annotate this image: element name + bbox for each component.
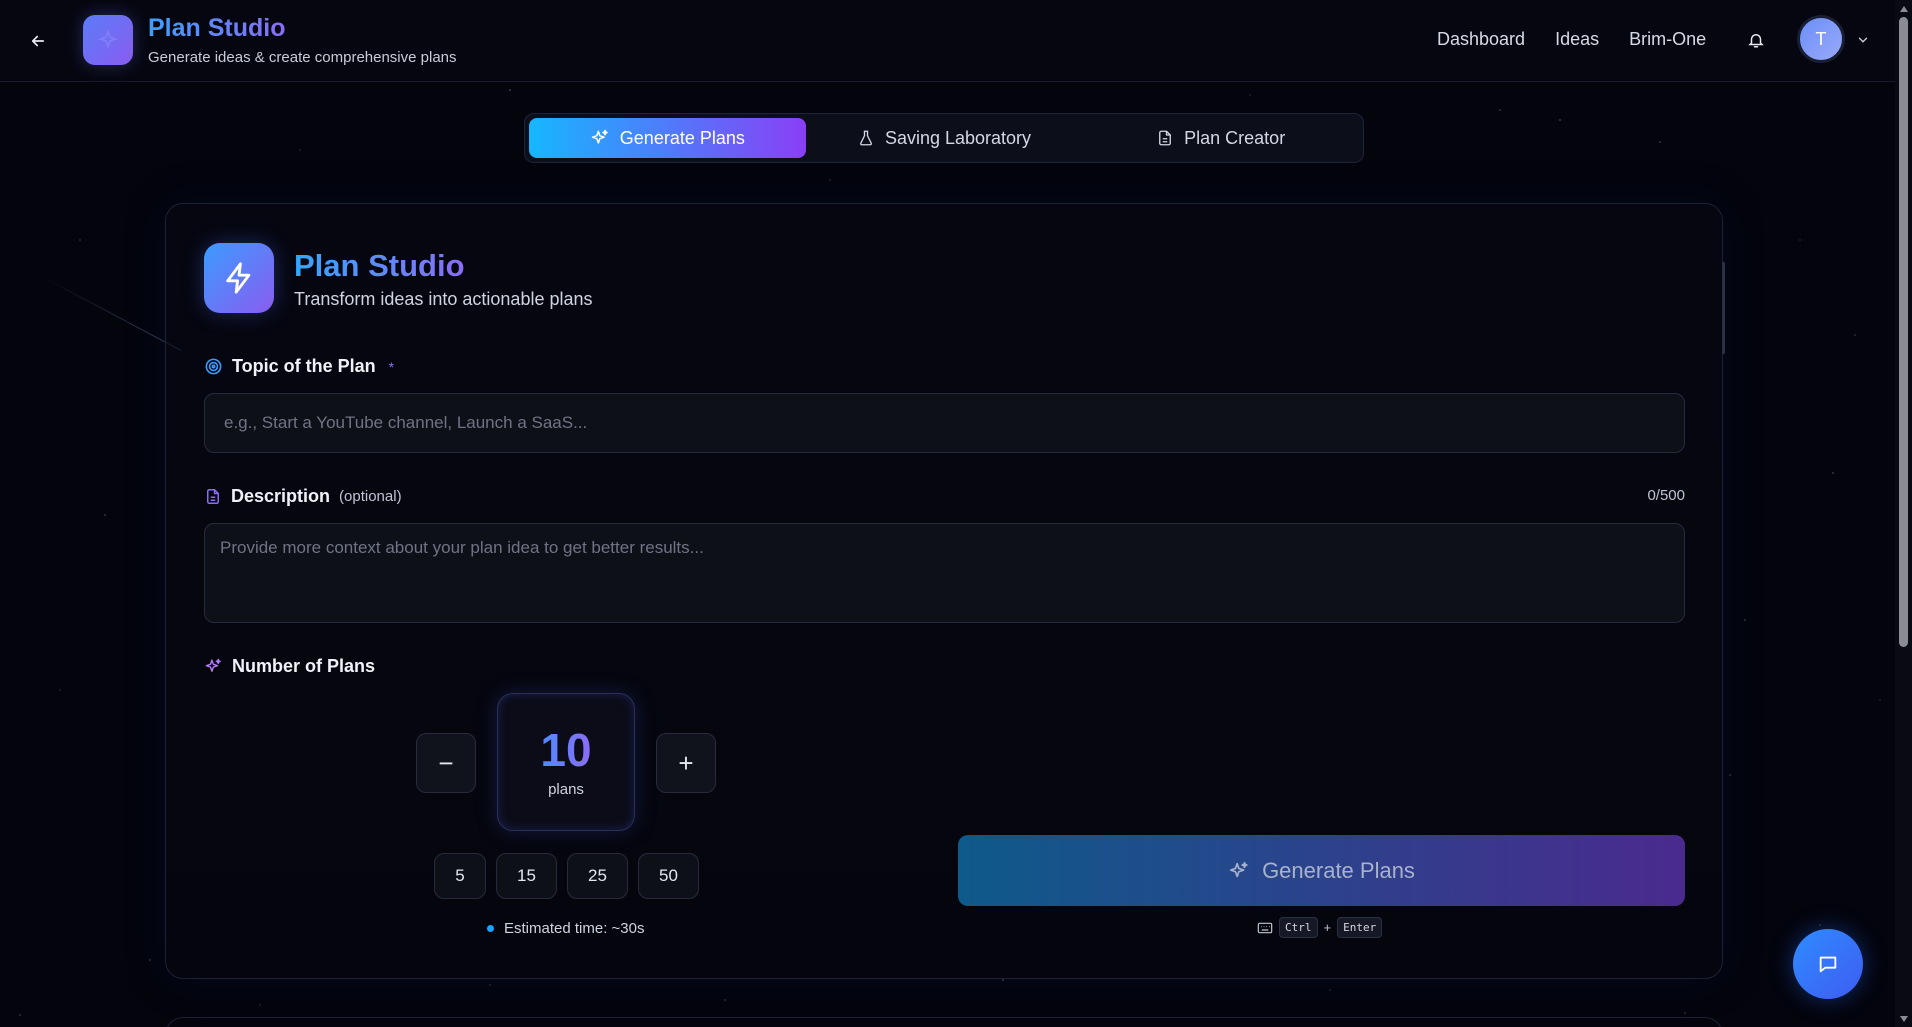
- app-subtitle: Generate ideas & create comprehensive pl…: [148, 49, 457, 66]
- avatar[interactable]: T: [1797, 15, 1845, 63]
- preset-25[interactable]: 25: [567, 853, 628, 899]
- lightning-icon: [204, 243, 274, 313]
- keyboard-shortcut-hint: Ctrl + Enter: [1257, 917, 1383, 938]
- flask-icon: [859, 130, 872, 146]
- topic-label: Topic of the Plan *: [204, 356, 394, 377]
- enter-key: Enter: [1337, 917, 1383, 938]
- back-arrow-icon[interactable]: [26, 29, 50, 53]
- increment-button[interactable]: +: [656, 733, 716, 793]
- nav-brim-one[interactable]: Brim-One: [1629, 29, 1706, 50]
- card-subtitle: Transform ideas into actionable plans: [294, 289, 593, 309]
- decrement-button[interactable]: −: [416, 733, 476, 793]
- bell-icon[interactable]: [1744, 28, 1768, 52]
- description-textarea[interactable]: [204, 523, 1685, 623]
- target-icon: [205, 358, 222, 375]
- generate-button-label: Generate Plans: [1262, 857, 1415, 883]
- plan-count-unit: plans: [548, 780, 584, 798]
- tab-label: Saving Laboratory: [884, 127, 1032, 148]
- tab-label: Plan Creator: [1184, 127, 1286, 148]
- nav-ideas[interactable]: Ideas: [1555, 29, 1599, 50]
- chat-button[interactable]: [1793, 929, 1863, 999]
- page-scroll-thumb[interactable]: [1899, 17, 1908, 647]
- keyboard-icon: [1257, 922, 1273, 933]
- chevron-down-icon[interactable]: [1853, 30, 1873, 50]
- card-title: Plan Studio: [294, 248, 465, 283]
- description-label: Description (optional): [204, 486, 402, 507]
- avatar-initial: T: [1815, 28, 1827, 49]
- chat-icon: [1819, 956, 1837, 973]
- app-logo-icon: [83, 15, 133, 65]
- required-mark: *: [388, 358, 395, 375]
- top-header: Plan Studio Generate ideas & create comp…: [0, 0, 1895, 82]
- top-nav: Dashboard Ideas Brim-One: [1437, 29, 1706, 50]
- tab-label: Generate Plans: [619, 127, 745, 148]
- sparkles-icon: [205, 658, 221, 672]
- card-scrollbar[interactable]: [1722, 262, 1725, 354]
- ctrl-key: Ctrl: [1279, 917, 1318, 938]
- mode-tabs: Generate Plans Saving Laboratory Plan Cr…: [524, 113, 1364, 163]
- sparkles-icon: [591, 129, 608, 144]
- plan-count-value: 10: [540, 723, 592, 776]
- tab-generate-plans[interactable]: Generate Plans: [529, 118, 806, 158]
- shooting-star: [39, 275, 182, 352]
- preset-50[interactable]: 50: [638, 853, 699, 899]
- estimated-time-text: Estimated time: ~30s: [504, 920, 645, 937]
- nav-dashboard[interactable]: Dashboard: [1437, 29, 1525, 50]
- generate-plans-button[interactable]: Generate Plans: [958, 835, 1685, 906]
- sparkles-icon: [1229, 861, 1248, 877]
- scroll-down-arrow-icon[interactable]: [1898, 1013, 1909, 1024]
- preset-15[interactable]: 15: [496, 853, 557, 899]
- document-icon: [1159, 130, 1172, 146]
- document-icon: [207, 489, 219, 504]
- tab-plan-creator[interactable]: Plan Creator: [1082, 118, 1359, 158]
- status-dot: [487, 925, 494, 932]
- estimated-time: Estimated time: ~30s: [487, 920, 644, 937]
- plus-sign: +: [1323, 920, 1332, 935]
- topic-label-text: Topic of the Plan: [232, 356, 376, 376]
- number-of-plans-text: Number of Plans: [232, 656, 376, 676]
- char-counter: 0/500: [1647, 487, 1685, 504]
- topic-input[interactable]: [204, 393, 1685, 453]
- plan-count-display: 10 plans: [497, 693, 635, 831]
- scroll-up-arrow-icon[interactable]: [1898, 3, 1909, 14]
- number-of-plans-label: Number of Plans: [204, 656, 375, 677]
- app-title: Plan Studio: [148, 14, 286, 42]
- preset-5[interactable]: 5: [434, 853, 486, 899]
- tab-saving-laboratory[interactable]: Saving Laboratory: [806, 118, 1083, 158]
- preset-buttons: 5 15 25 50: [434, 853, 699, 899]
- next-section-card: [165, 1017, 1723, 1027]
- optional-note: (optional): [339, 488, 402, 505]
- description-label-text: Description: [231, 486, 331, 506]
